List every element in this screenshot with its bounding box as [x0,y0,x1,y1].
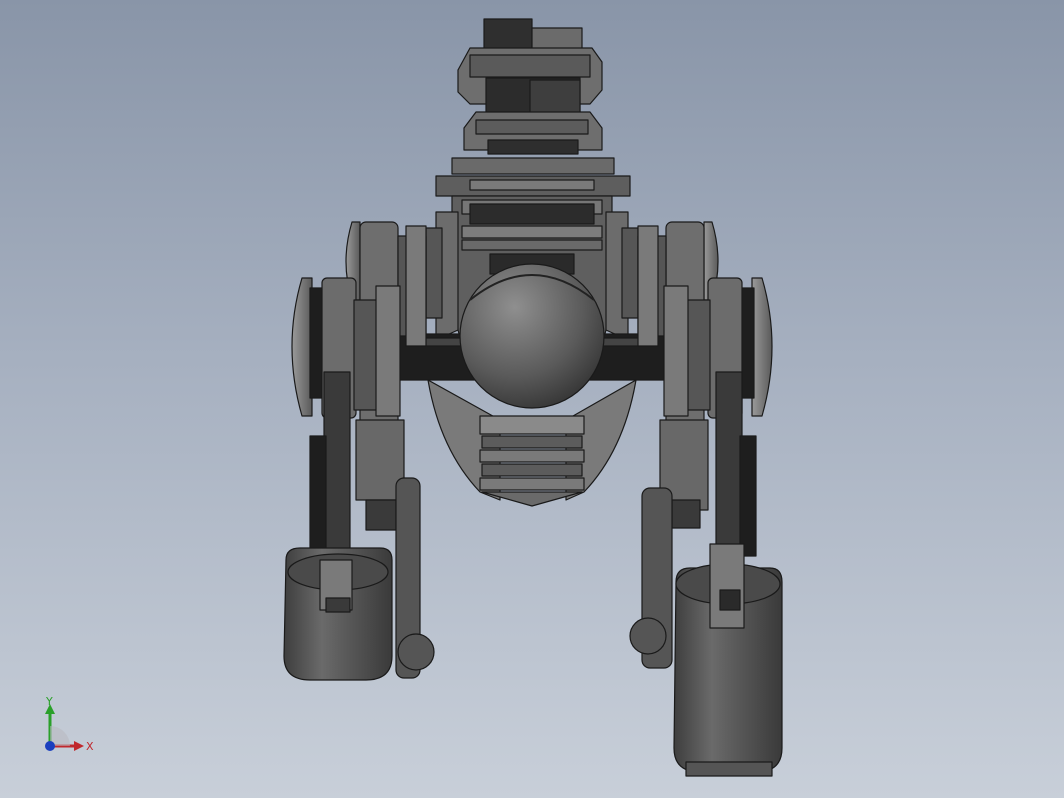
graphics-viewport[interactable]: Y X [0,0,1064,798]
x-axis-arrowhead [74,741,84,751]
z-axis-dot [45,741,55,751]
head-sphere [459,263,605,409]
axis-triad[interactable]: Y X [36,696,106,762]
y-axis-label: Y [45,696,53,708]
x-axis-label: X [86,740,94,753]
neck-assembly [435,18,631,197]
robot-dog-3d-model[interactable] [0,0,1064,798]
